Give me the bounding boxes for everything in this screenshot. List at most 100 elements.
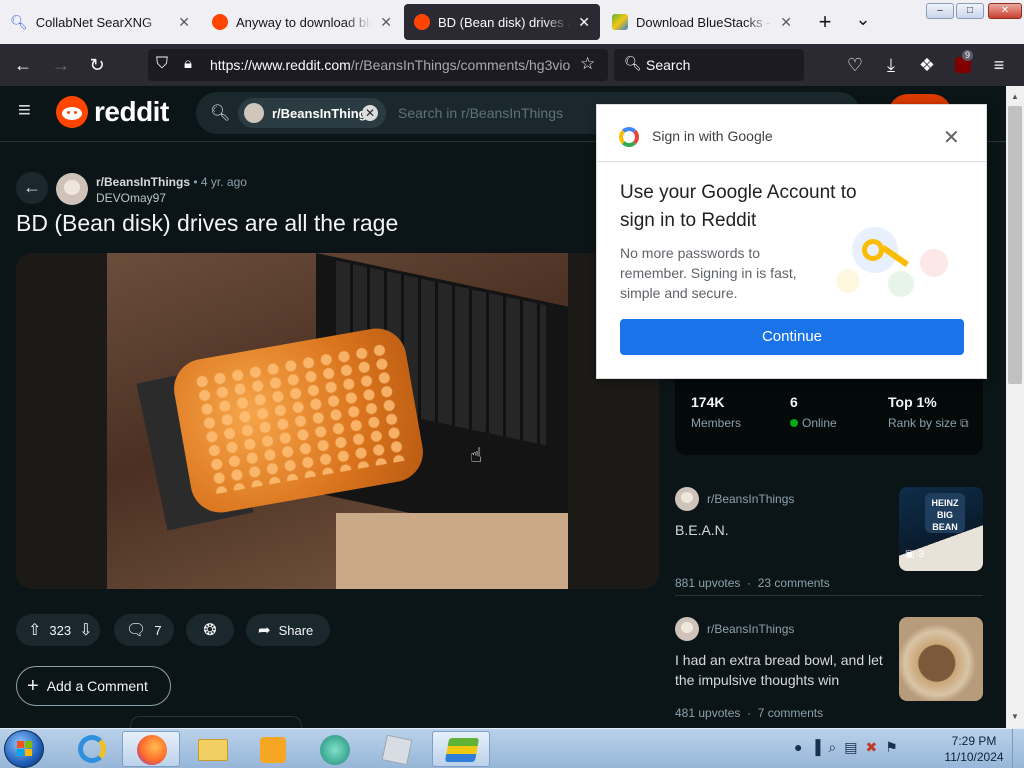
- plus-icon: +: [27, 674, 39, 697]
- search-icon: 🔍︎: [10, 13, 28, 30]
- ublock-icon[interactable]: 9: [952, 50, 974, 76]
- related-post-thumbnail[interactable]: [899, 617, 983, 701]
- tab-anyway-download[interactable]: Anyway to download blueStacks ✕: [202, 4, 402, 40]
- minimize-button[interactable]: –: [926, 3, 954, 19]
- add-comment-button[interactable]: + Add a Comment: [16, 666, 171, 706]
- system-tray: ● ▐ ⌕ ▤ ✖ ⚑: [794, 739, 924, 759]
- rank-value: Top 1%: [888, 394, 937, 410]
- external-link-icon: ⧉: [960, 416, 969, 430]
- start-button[interactable]: [4, 730, 44, 768]
- downvote-icon[interactable]: ⇩: [79, 620, 92, 640]
- reddit-logo-text[interactable]: reddit: [94, 96, 169, 128]
- firefox-icon[interactable]: [122, 731, 180, 767]
- members-label: Members: [691, 416, 742, 430]
- subreddit-avatar[interactable]: [56, 173, 88, 205]
- online-count: 6: [790, 394, 798, 410]
- lock-icon[interactable]: 🔒︎: [184, 55, 192, 72]
- shield-icon[interactable]: ⛉: [156, 55, 168, 73]
- gallery-badge: ▣ 3: [905, 549, 925, 560]
- pocket-icon[interactable]: ♡: [844, 54, 866, 76]
- gallery-icon: ▣: [905, 549, 915, 560]
- subreddit-search-chip[interactable]: r/BeansInThings ✕: [238, 98, 386, 128]
- reddit-favicon-icon: [212, 14, 228, 30]
- reddit-snoo-icon[interactable]: [56, 96, 88, 128]
- related-post-subreddit[interactable]: r/BeansInThings: [707, 622, 794, 636]
- url-text: https://www.reddit.com/r/BeansInThings/c…: [210, 57, 570, 73]
- related-post-title[interactable]: B.E.A.N.: [675, 522, 729, 538]
- popup-close-icon[interactable]: ✕: [943, 125, 960, 150]
- extension-badge: 9: [962, 50, 974, 61]
- related-post-card[interactable]: r/BeansInThings B.E.A.N. 881 upvotes · 2…: [675, 486, 983, 596]
- address-bar[interactable]: ⛉ 🔒︎ https://www.reddit.com/r/BeansInThi…: [148, 49, 608, 81]
- close-tab-icon[interactable]: ✕: [780, 14, 792, 31]
- scroll-up-icon[interactable]: ▲: [1011, 92, 1019, 101]
- volume-bars-icon[interactable]: ▐: [810, 739, 820, 759]
- forward-arrow-icon[interactable]: →: [50, 54, 72, 76]
- rank-label-row[interactable]: Rank by size ⧉: [888, 416, 969, 431]
- volume-muted-icon[interactable]: ✖: [865, 739, 877, 759]
- popup-divider: [597, 161, 986, 162]
- list-all-tabs-button[interactable]: ⌄: [852, 8, 874, 36]
- share-button[interactable]: ➦ Share: [246, 614, 330, 646]
- upvote-icon[interactable]: ⇧: [28, 620, 41, 640]
- online-label-row: Online: [790, 416, 837, 430]
- scroll-down-icon[interactable]: ▼: [1011, 712, 1019, 721]
- share-icon: ➦: [258, 622, 271, 639]
- file-explorer-icon[interactable]: [184, 731, 242, 767]
- new-tab-button[interactable]: +: [814, 8, 836, 36]
- related-post-meta: 881 upvotes · 23 comments: [675, 576, 830, 590]
- app-icon[interactable]: [368, 731, 426, 767]
- tab-download-bluestacks[interactable]: Download BlueStacks - App Player ✕: [602, 4, 802, 40]
- upvote-count: 323: [49, 622, 72, 638]
- sort-comments-control[interactable]: [130, 716, 302, 728]
- post-title: BD (Bean disk) drives are all the rage: [16, 210, 399, 236]
- navigation-toolbar: ← → ↻ ⛉ 🔒︎ https://www.reddit.com/r/Bean…: [0, 44, 1024, 86]
- subreddit-avatar: [675, 617, 699, 641]
- window-close-button[interactable]: ✕: [988, 3, 1022, 19]
- hamburger-menu-icon[interactable]: ≡: [988, 54, 1010, 76]
- post-image[interactable]: ☝︎: [16, 253, 659, 589]
- maximize-button[interactable]: □: [956, 3, 984, 19]
- back-button[interactable]: ←: [16, 172, 48, 204]
- clock[interactable]: 7:29 PM 11/10/2024: [944, 733, 1004, 765]
- bookmark-star-icon[interactable]: ☆: [580, 54, 595, 74]
- reload-icon[interactable]: ↻: [86, 54, 108, 76]
- post-author[interactable]: DEVOmay97: [96, 191, 166, 205]
- downloads-icon[interactable]: ⤓: [880, 54, 902, 76]
- tab-bean-disk[interactable]: BD (Bean disk) drives are all the rage ✕: [404, 4, 600, 40]
- back-arrow-icon[interactable]: ←: [12, 54, 34, 76]
- internet-explorer-icon[interactable]: [62, 731, 120, 767]
- show-desktop-button[interactable]: [1012, 729, 1024, 768]
- media-player-icon[interactable]: [244, 731, 302, 767]
- page-scrollbar[interactable]: ▲ ▼: [1006, 86, 1024, 728]
- bluestacks-icon[interactable]: [432, 731, 490, 767]
- extensions-icon[interactable]: ❖: [916, 54, 938, 76]
- related-post-thumbnail[interactable]: HEINZ BIG BEAN ▣ 3: [899, 487, 983, 571]
- tab-searxng[interactable]: 🔍︎ CollabNet SearXNG ✕: [0, 4, 200, 40]
- remove-chip-icon[interactable]: ✕: [362, 105, 378, 121]
- award-button[interactable]: ❂: [186, 614, 234, 646]
- continue-button[interactable]: Continue: [620, 319, 964, 355]
- network-icon[interactable]: ●: [794, 739, 802, 759]
- subreddit-avatar: [675, 487, 699, 511]
- related-post-card[interactable]: r/BeansInThings I had an extra bread bow…: [675, 616, 983, 726]
- search-tray-icon[interactable]: ⌕: [828, 739, 836, 759]
- rank-label: Rank by size: [888, 416, 957, 430]
- action-center-flag-icon[interactable]: ⚑: [885, 739, 898, 759]
- vote-bar: ⇧ 323 ⇩: [16, 614, 100, 646]
- award-icon: ❂: [203, 622, 217, 639]
- related-post-title[interactable]: I had an extra bread bowl, and let the i…: [675, 650, 889, 690]
- search-bar[interactable]: 🔍︎ Search: [614, 49, 804, 81]
- display-icon[interactable]: ▤: [844, 739, 857, 759]
- close-tab-icon[interactable]: ✕: [178, 14, 190, 31]
- related-post-subreddit[interactable]: r/BeansInThings: [707, 492, 794, 506]
- app-icon[interactable]: [306, 731, 364, 767]
- post-subreddit-link[interactable]: r/BeansInThings: [96, 175, 190, 189]
- mouse-cursor-icon: ☝︎: [470, 445, 483, 467]
- menu-icon[interactable]: ≡: [18, 99, 38, 121]
- scrollbar-thumb[interactable]: [1008, 106, 1022, 384]
- close-tab-icon[interactable]: ✕: [578, 14, 590, 31]
- subreddit-avatar: [244, 103, 264, 123]
- close-tab-icon[interactable]: ✕: [380, 14, 392, 31]
- comments-button[interactable]: 🗨︎ 7: [114, 614, 174, 646]
